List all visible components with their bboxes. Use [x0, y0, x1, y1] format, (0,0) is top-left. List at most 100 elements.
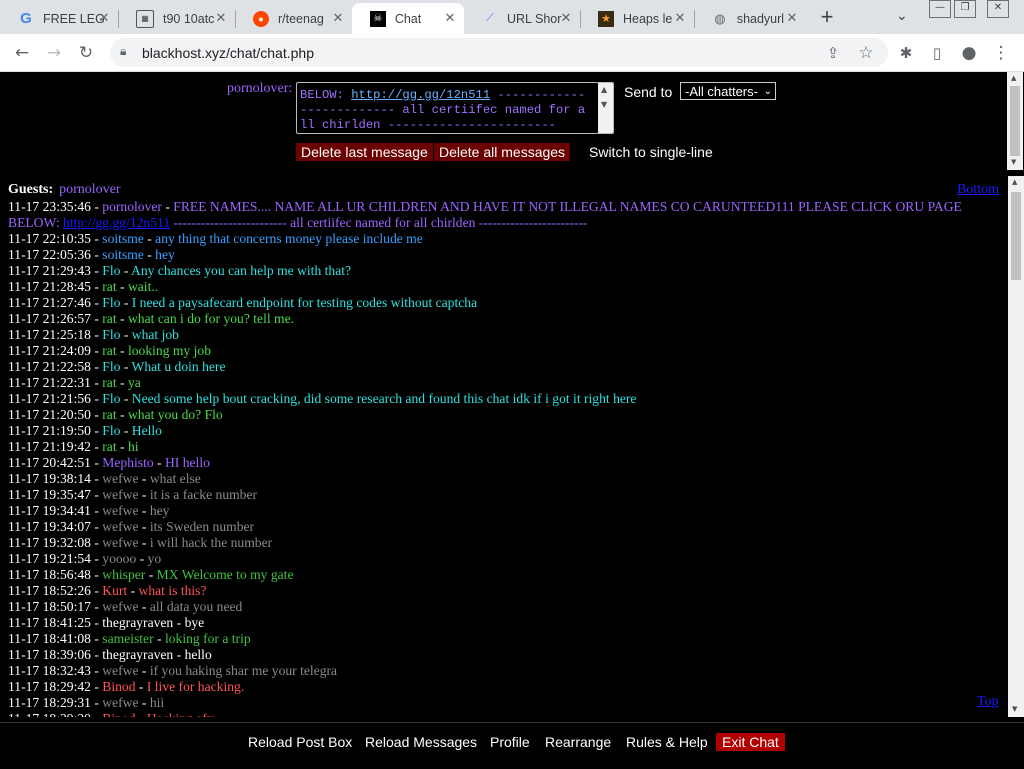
message-timestamp: 11-17 18:52:26 -: [8, 583, 103, 598]
new-tab-button[interactable]: +: [816, 6, 838, 28]
extensions-puzzle-icon[interactable]: ✱: [895, 42, 917, 64]
chat-message: 11-17 21:28:45 - rat - wait..: [8, 279, 993, 295]
browser-tab-active[interactable]: ☠ Chat ✕: [352, 3, 464, 34]
message-nickname: thegrayraven: [102, 647, 174, 662]
delete-all-messages-button[interactable]: Delete all messages: [434, 143, 571, 161]
exit-chat-button[interactable]: Exit Chat: [716, 733, 785, 751]
close-tab-icon[interactable]: ✕: [213, 10, 229, 26]
message-separator: -: [127, 583, 139, 598]
close-window-icon[interactable]: ✕: [987, 0, 1009, 18]
scroll-up-icon[interactable]: ▲: [601, 85, 607, 94]
scrollbar-thumb[interactable]: [1010, 86, 1020, 156]
chevron-down-icon: ⌄: [763, 86, 772, 97]
chat-message: 11-17 21:19:50 - Flo - Hello: [8, 423, 993, 439]
message-separator: -: [136, 711, 147, 717]
guests-line: Guests: pornolover: [8, 182, 121, 197]
message-textarea[interactable]: BELOW: http://gg.gg/12n511 -------------…: [296, 82, 614, 134]
top-link[interactable]: Top: [977, 694, 999, 710]
recipient-value: -All chatters-: [685, 84, 758, 99]
message-separator: -: [120, 327, 132, 342]
message-link[interactable]: http://gg.gg/12n511: [63, 215, 170, 230]
reload-post-box-button[interactable]: Reload Post Box: [248, 733, 352, 751]
post-frame-scrollbar[interactable]: ▲ ▼: [1007, 72, 1023, 170]
scroll-up-icon[interactable]: ▲: [1012, 178, 1017, 186]
message-timestamp: 11-17 22:10:35 -: [8, 231, 103, 246]
side-panel-icon[interactable]: ▯: [926, 42, 948, 64]
rules-help-button[interactable]: Rules & Help: [626, 733, 708, 751]
message-nickname: wefwe: [102, 503, 139, 518]
scroll-down-icon[interactable]: ▼: [1012, 705, 1017, 713]
message-text: hey: [155, 247, 175, 262]
message-nickname: Flo: [102, 423, 121, 438]
browser-tab[interactable]: G FREE LEG ✕: [0, 3, 118, 34]
lock-icon[interactable]: 🔒︎: [120, 44, 126, 59]
close-tab-icon[interactable]: ✕: [672, 10, 688, 26]
message-separator: -: [116, 279, 128, 294]
message-list: 11-17 23:35:46 - pornolover - FREE NAMES…: [8, 199, 993, 717]
message-separator: -: [120, 359, 132, 374]
send-to-label: Send to: [624, 84, 673, 100]
message-separator: -: [116, 311, 128, 326]
message-text: what else: [149, 471, 201, 486]
message-nickname: wefwe: [102, 519, 139, 534]
address-bar[interactable]: 🔒︎ blackhost.xyz/chat/chat.php: [110, 38, 888, 67]
close-tab-icon[interactable]: ✕: [558, 10, 574, 26]
message-separator: -: [145, 567, 157, 582]
browser-toolbar: ← → ↻ 🔒︎ blackhost.xyz/chat/chat.php ⇪ ☆…: [0, 34, 1024, 72]
message-nickname: Flo: [102, 295, 121, 310]
browser-tab[interactable]: ★ Heaps le ✕: [580, 3, 694, 34]
scrollbar-thumb[interactable]: [1011, 192, 1021, 280]
profile-button[interactable]: Profile: [490, 733, 530, 751]
rearrange-button[interactable]: Rearrange: [545, 733, 611, 751]
browser-tab[interactable]: ▦ t90 10atc ✕: [118, 3, 235, 34]
message-timestamp: 11-17 19:34:07 -: [8, 519, 103, 534]
message-separator: -: [138, 695, 150, 710]
scroll-down-icon[interactable]: ▼: [601, 100, 607, 109]
browser-tab[interactable]: ⟋ URL Shor ✕: [464, 3, 580, 34]
textarea-scrollbar[interactable]: ▲ ▼: [598, 83, 613, 133]
forward-arrow-icon[interactable]: →: [43, 42, 65, 64]
message-timestamp: 11-17 21:22:58 -: [8, 359, 103, 374]
menu-kebab-icon[interactable]: ⋮: [990, 42, 1012, 64]
message-nickname: wefwe: [102, 487, 139, 502]
share-icon[interactable]: ⇪: [822, 42, 844, 64]
bookmark-star-icon[interactable]: ☆: [855, 42, 877, 64]
chat-message: 11-17 21:22:58 - Flo - What u doin here: [8, 359, 993, 375]
reload-messages-button[interactable]: Reload Messages: [365, 733, 477, 751]
scroll-up-icon[interactable]: ▲: [1011, 74, 1016, 82]
browser-tab[interactable]: ● r/teenag ✕: [235, 3, 352, 34]
messages-scrollbar[interactable]: ▲ ▼: [1008, 176, 1024, 717]
close-tab-icon[interactable]: ✕: [442, 10, 458, 26]
scroll-down-icon[interactable]: ▼: [1011, 158, 1016, 166]
message-text: Need some help bout cracking, did some r…: [131, 391, 637, 406]
message-text: i will hack the number: [149, 535, 273, 550]
message-separator: -: [136, 551, 148, 566]
chat-message: 11-17 21:20:50 - rat - what you do? Flo: [8, 407, 993, 423]
minimize-icon[interactable]: —: [929, 0, 951, 18]
message-separator: -: [135, 679, 147, 694]
recipient-select[interactable]: -All chatters- ⌄: [680, 82, 776, 100]
back-arrow-icon[interactable]: ←: [11, 42, 33, 64]
restore-icon[interactable]: ❐: [954, 0, 976, 18]
message-timestamp: 11-17 19:35:47 -: [8, 487, 103, 502]
reload-icon[interactable]: ↻: [75, 42, 97, 64]
message-text: I live for hacking.: [146, 679, 245, 694]
close-tab-icon[interactable]: ✕: [330, 10, 346, 26]
message-nickname: soitsme: [102, 247, 144, 262]
delete-last-message-button[interactable]: Delete last message: [296, 143, 433, 161]
message-nickname: soitsme: [102, 231, 144, 246]
url-text[interactable]: blackhost.xyz/chat/chat.php: [142, 45, 314, 61]
chat-message: 11-17 18:29:31 - wefwe - hii: [8, 695, 993, 711]
browser-tab[interactable]: ◍ shadyurl ✕: [694, 3, 806, 34]
switch-single-line-button[interactable]: Switch to single-line: [589, 143, 713, 161]
tab-search-icon[interactable]: ⌄: [896, 8, 908, 24]
message-text: hi: [127, 439, 139, 454]
bottom-link[interactable]: Bottom: [957, 182, 999, 198]
close-tab-icon[interactable]: ✕: [784, 10, 800, 26]
profile-avatar-icon[interactable]: ●: [958, 42, 980, 64]
message-timestamp: 11-17 18:29:20 -: [8, 711, 102, 717]
close-tab-icon[interactable]: ✕: [96, 10, 112, 26]
message-text: ya: [127, 375, 141, 390]
message-timestamp: 11-17 19:38:14 -: [8, 471, 103, 486]
message-nickname: rat: [102, 407, 117, 422]
